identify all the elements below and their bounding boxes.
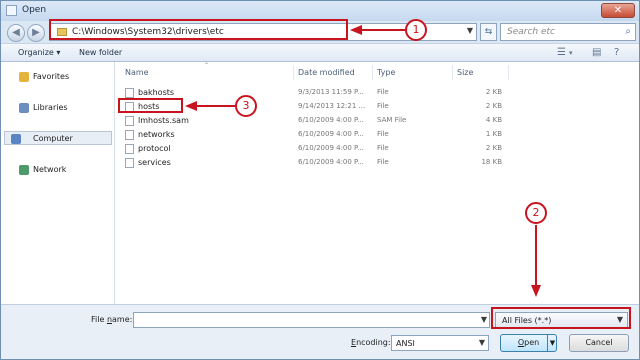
help-icon[interactable]: ? (614, 47, 619, 58)
view-icon[interactable]: ☰ (557, 47, 566, 58)
file-size: 2 KB (485, 88, 502, 96)
file-name: networks (138, 130, 175, 139)
cancel-button[interactable]: Cancel (569, 334, 629, 352)
column-header-name[interactable]: Name (125, 68, 149, 77)
file-row[interactable]: networks 6/10/2009 4:00 P... File 1 KB (115, 128, 615, 142)
annotation-callout-1: 1 (405, 19, 427, 41)
file-name: protocol (138, 144, 171, 153)
file-name-field[interactable]: ▼ (133, 312, 490, 328)
network-icon (19, 165, 29, 175)
file-date: 9/3/2013 11:59 P... (298, 88, 364, 96)
file-date: 6/10/2009 4:00 P... (298, 130, 364, 138)
file-type: SAM File (377, 116, 407, 124)
chevron-down-icon[interactable]: ▼ (467, 26, 473, 35)
file-size: 4 KB (485, 116, 502, 124)
annotation-arrowhead-2 (531, 285, 541, 297)
file-date: 6/10/2009 4:00 P... (298, 144, 364, 152)
file-type: File (377, 144, 389, 152)
column-divider[interactable] (508, 65, 509, 80)
file-size: 2 KB (485, 144, 502, 152)
annotation-arrow-3 (197, 105, 235, 107)
title-bar: Open ✕ (1, 1, 639, 21)
open-options-button[interactable]: ▼ (547, 335, 557, 351)
computer-icon (11, 134, 21, 144)
annotation-arrow-1 (362, 29, 405, 31)
app-icon (6, 5, 17, 16)
sidebar-item-computer[interactable]: Computer (4, 131, 112, 145)
star-icon (19, 72, 29, 82)
file-name-label: File name: (91, 315, 133, 324)
file-row[interactable]: protocol 6/10/2009 4:00 P... File 2 KB (115, 142, 615, 156)
preview-pane-icon[interactable]: ▤ (592, 47, 601, 58)
window-title: Open (22, 5, 47, 15)
file-size: 1 KB (485, 130, 502, 138)
sidebar-item-label: Computer (33, 134, 73, 143)
file-name: lmhosts.sam (138, 116, 189, 125)
back-button[interactable]: ◀ (7, 24, 25, 42)
organize-button[interactable]: Organize ▾ (18, 48, 60, 57)
file-type: File (377, 102, 389, 110)
file-icon (125, 130, 134, 140)
sort-arrow-icon: ⌃ (204, 62, 210, 69)
file-icon (125, 88, 134, 98)
file-row[interactable]: services 6/10/2009 4:00 P... File 18 KB (115, 156, 615, 170)
column-divider[interactable] (372, 65, 373, 80)
annotation-callout-2: 2 (525, 202, 547, 224)
navigation-pane: Favorites Libraries Computer Network (1, 62, 115, 304)
column-header-type[interactable]: Type (377, 68, 395, 77)
forward-button[interactable]: ▶ (27, 24, 45, 42)
open-dialog: Open ✕ ◀ ▶ C:\Windows\System32\drivers\e… (0, 0, 640, 360)
annotation-callout-3: 3 (235, 95, 257, 117)
new-folder-button[interactable]: New folder (79, 48, 122, 57)
annotation-arrow-2 (535, 225, 537, 285)
file-icon (125, 144, 134, 154)
library-icon (19, 103, 29, 113)
sidebar-item-label: Libraries (33, 103, 68, 112)
chevron-down-icon: ▼ (478, 338, 485, 347)
file-type: File (377, 130, 389, 138)
file-size: 2 KB (485, 102, 502, 110)
search-input[interactable]: Search etc ⌕ (500, 23, 636, 41)
file-name: bakhosts (138, 88, 175, 97)
file-icon (125, 116, 134, 126)
file-name: services (138, 158, 171, 167)
file-row[interactable]: bakhosts 9/3/2013 11:59 P... File 2 KB (115, 86, 615, 100)
sidebar-item-label: Network (33, 165, 67, 174)
annotation-arrowhead-3 (185, 101, 197, 111)
file-list: ⌃ Name Date modified Type Size bakhosts … (115, 62, 639, 304)
annotation-arrowhead-1 (350, 25, 362, 35)
encoding-label: Encoding: (351, 338, 391, 347)
chevron-down-icon[interactable]: ▼ (481, 315, 487, 324)
file-type: File (377, 158, 389, 166)
annotation-address-highlight (49, 19, 348, 40)
column-divider[interactable] (293, 65, 294, 80)
chevron-down-icon[interactable]: ▾ (569, 49, 573, 57)
file-date: 6/10/2009 4:00 P... (298, 158, 364, 166)
column-header-size[interactable]: Size (457, 68, 473, 77)
close-button[interactable]: ✕ (601, 3, 635, 18)
search-placeholder: Search etc (507, 27, 555, 37)
file-icon (125, 158, 134, 168)
sidebar-item-label: Favorites (33, 72, 70, 81)
refresh-button[interactable]: ⇆ (480, 23, 497, 41)
file-type: File (377, 88, 389, 96)
file-size: 18 KB (481, 158, 502, 166)
annotation-filter-highlight (491, 307, 631, 329)
command-toolbar: Organize ▾ New folder ☰ ▾ ▤ ? (1, 43, 639, 62)
search-icon[interactable]: ⌕ (625, 26, 631, 37)
encoding-select[interactable]: ANSI ▼ (391, 335, 489, 351)
encoding-value: ANSI (396, 339, 415, 348)
file-row[interactable]: lmhosts.sam 6/10/2009 4:00 P... SAM File… (115, 114, 615, 128)
column-header-date[interactable]: Date modified (298, 68, 355, 77)
annotation-hosts-highlight (118, 98, 183, 113)
file-date: 6/10/2009 4:00 P... (298, 116, 364, 124)
column-divider[interactable] (452, 65, 453, 80)
file-date: 9/14/2013 12:21 ... (298, 102, 366, 110)
